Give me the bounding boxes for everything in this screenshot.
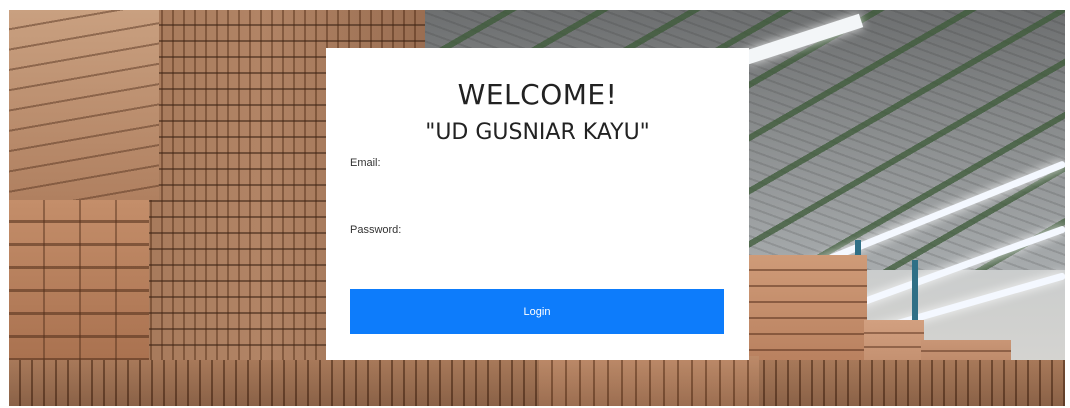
password-label: Password: [350,224,402,236]
lumber-stack-bottom [9,360,1065,406]
lumber-stack-top-left [9,10,159,200]
email-input[interactable] [350,174,724,198]
lumber-stack-middle [539,356,759,406]
login-card: WELCOME! "UD GUSNIAR KAYU" Email: Passwo… [326,48,749,360]
password-input[interactable] [350,241,724,265]
email-label: Email: [350,157,381,169]
page-title: WELCOME! [457,78,618,111]
lumber-block-left [9,200,149,370]
company-name: "UD GUSNIAR KAYU" [425,120,650,145]
login-button[interactable]: Login [350,289,724,334]
